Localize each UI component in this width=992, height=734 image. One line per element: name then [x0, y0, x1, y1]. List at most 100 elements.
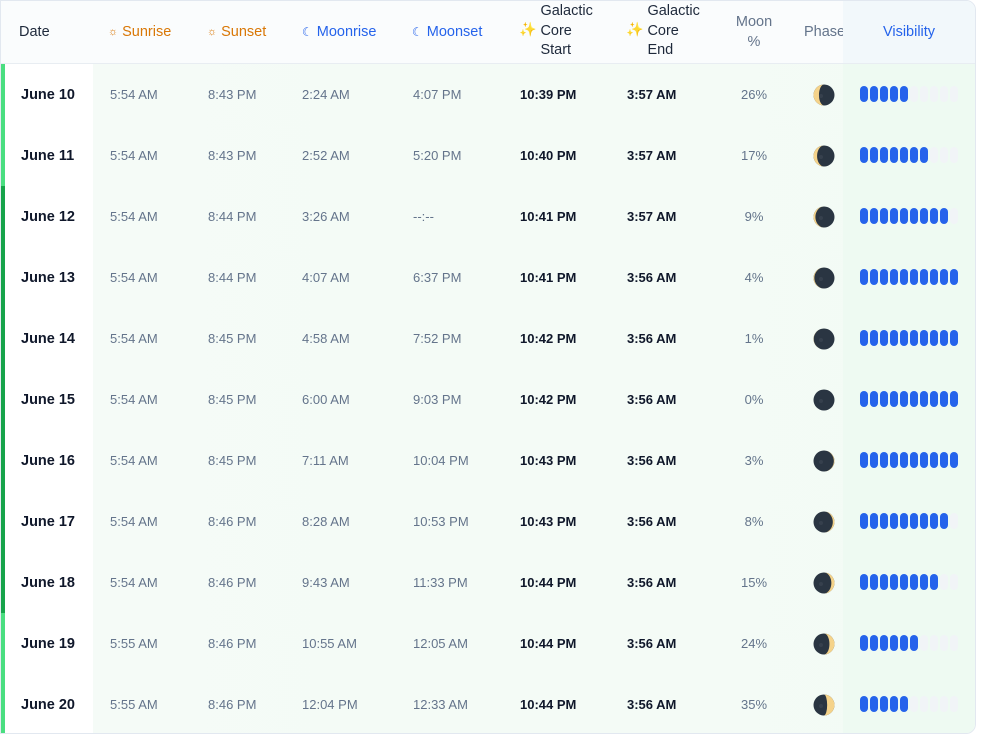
visibility-bar-filled — [890, 147, 898, 163]
visibility-meter — [860, 330, 960, 347]
row-moon-percent: 8% — [744, 514, 764, 529]
row-phase — [813, 491, 835, 552]
visibility-bar-filled — [890, 391, 898, 407]
row-sunset-time: 8:46 PM — [208, 514, 257, 529]
row-moonrise-time: 6:00 AM — [302, 392, 350, 407]
table-row[interactable]: June 15 5:54 AM 8:45 PM 6:00 AM 9:03 PM 10:42… — [1, 369, 975, 431]
row-galactic-core-start: 10:41 PM — [520, 209, 577, 224]
visibility-bar-empty — [940, 696, 948, 712]
row-date: June 20 — [21, 696, 75, 713]
visibility-bar-filled — [940, 269, 948, 285]
visibility-bar-filled — [950, 391, 958, 407]
moon-crater — [819, 520, 823, 525]
row-galactic-core-start: 10:41 PM — [520, 270, 577, 285]
crescent-moon-icon: ☾ — [412, 25, 423, 39]
visibility-bar-filled — [940, 513, 948, 529]
row-sunset-time: 8:45 PM — [208, 331, 257, 346]
row-sunset-time: 8:43 PM — [208, 87, 257, 102]
visibility-bar-filled — [890, 696, 898, 712]
row-phase — [813, 613, 835, 674]
visibility-bar-empty — [950, 86, 958, 102]
table-row[interactable]: June 12 5:54 AM 8:44 PM 3:26 AM --:-- 10:41 P… — [1, 186, 975, 248]
row-phase — [813, 430, 835, 491]
row-moonset-time: 12:05 AM — [413, 636, 468, 651]
column-header-galactic-core-end[interactable]: ✨ Galactic Core End — [626, 1, 700, 63]
column-header-phase[interactable]: Phase — [804, 1, 845, 63]
visibility-bar-empty — [940, 86, 948, 102]
visibility-bar-filled — [910, 513, 918, 529]
visibility-bar-empty — [930, 696, 938, 712]
visibility-bar-filled — [920, 147, 928, 163]
visibility-bar-filled — [890, 86, 898, 102]
waxing-crescent-moon-icon — [813, 633, 835, 654]
column-header-sunrise[interactable]: ☼ Sunrise — [108, 1, 171, 63]
row-sunrise-time: 5:54 AM — [110, 392, 158, 407]
visibility-bar-filled — [870, 635, 878, 651]
visibility-bar-empty — [920, 86, 928, 102]
visibility-bar-filled — [880, 574, 888, 590]
moon-crater — [819, 398, 823, 403]
row-visibility — [843, 430, 975, 491]
column-header-galactic-core-start[interactable]: ✨ Galactic Core Start — [519, 1, 593, 63]
waning-crescent-moon-icon — [813, 145, 835, 166]
row-galactic-core-start: 10:42 PM — [520, 392, 577, 407]
visibility-bar-filled — [950, 452, 958, 468]
row-moonrise-time: 8:28 AM — [302, 514, 350, 529]
moon-crater — [819, 276, 823, 281]
visibility-bar-filled — [920, 208, 928, 224]
visibility-bar-filled — [870, 269, 878, 285]
row-sunset-time: 8:44 PM — [208, 270, 257, 285]
visibility-bar-filled — [900, 330, 908, 346]
visibility-bar-empty — [950, 513, 958, 529]
visibility-bar-filled — [910, 452, 918, 468]
visibility-bar-empty — [920, 696, 928, 712]
visibility-bar-filled — [890, 208, 898, 224]
visibility-meter — [860, 635, 960, 652]
row-date: June 17 — [21, 513, 75, 530]
table-row[interactable]: June 14 5:54 AM 8:45 PM 4:58 AM 7:52 PM 10:42… — [1, 308, 975, 370]
visibility-bar-filled — [870, 513, 878, 529]
waxing-crescent-moon-icon — [813, 694, 835, 715]
row-galactic-core-start: 10:43 PM — [520, 514, 577, 529]
visibility-bar-filled — [930, 452, 938, 468]
row-galactic-core-end: 3:57 AM — [627, 87, 677, 102]
row-phase — [813, 308, 835, 369]
row-moon-percent: 4% — [744, 270, 764, 285]
moon-crater — [819, 93, 823, 98]
new-moon-icon — [813, 267, 835, 288]
table-row[interactable]: June 16 5:54 AM 8:45 PM 7:11 AM 10:04 PM 10:4… — [1, 430, 975, 492]
row-phase — [813, 674, 835, 733]
table-row[interactable]: June 19 5:55 AM 8:46 PM 10:55 AM 12:05 AM 10:… — [1, 613, 975, 675]
sparkles-icon: ✨ — [626, 21, 644, 37]
table-row[interactable]: June 17 5:54 AM 8:46 PM 8:28 AM 10:53 PM 10:4… — [1, 491, 975, 553]
column-header-moon-percent[interactable]: Moon % — [729, 1, 779, 63]
column-header-moonset[interactable]: ☾ Moonset — [412, 1, 482, 63]
row-galactic-core-start: 10:43 PM — [520, 453, 577, 468]
row-sunset-time: 8:45 PM — [208, 392, 257, 407]
waning-crescent-moon-icon — [813, 206, 835, 227]
visibility-bar-empty — [940, 147, 948, 163]
column-header-visibility[interactable]: Visibility — [843, 1, 975, 63]
table-row[interactable]: June 10 5:54 AM 8:43 PM 2:24 AM 4:07 PM 10:39… — [1, 64, 975, 126]
table-row[interactable]: June 11 5:54 AM 8:43 PM 2:52 AM 5:20 PM 10:40… — [1, 125, 975, 187]
visibility-bar-empty — [930, 86, 938, 102]
visibility-bar-filled — [910, 147, 918, 163]
visibility-bar-filled — [880, 696, 888, 712]
row-date: June 14 — [21, 330, 75, 347]
column-header-moonrise[interactable]: ☾ Moonrise — [302, 1, 376, 63]
table-row[interactable]: June 18 5:54 AM 8:46 PM 9:43 AM 11:33 PM 10:4… — [1, 552, 975, 614]
table-row[interactable]: June 20 5:55 AM 8:46 PM 12:04 PM 12:33 AM 10:… — [1, 674, 975, 733]
table-row[interactable]: June 13 5:54 AM 8:44 PM 4:07 AM 6:37 PM 10:41… — [1, 247, 975, 309]
row-galactic-core-start: 10:44 PM — [520, 636, 577, 651]
row-galactic-core-end: 3:56 AM — [627, 392, 677, 407]
visibility-meter — [860, 269, 960, 286]
visibility-bar-filled — [940, 208, 948, 224]
visibility-bar-filled — [880, 208, 888, 224]
row-moon-percent: 17% — [740, 148, 768, 163]
row-moon-percent: 3% — [744, 453, 764, 468]
visibility-bar-filled — [880, 513, 888, 529]
new-moon-icon — [813, 389, 835, 410]
column-header-date[interactable]: Date — [19, 1, 50, 63]
visibility-bar-filled — [950, 330, 958, 346]
column-header-sunset[interactable]: ☼ Sunset — [207, 1, 266, 63]
